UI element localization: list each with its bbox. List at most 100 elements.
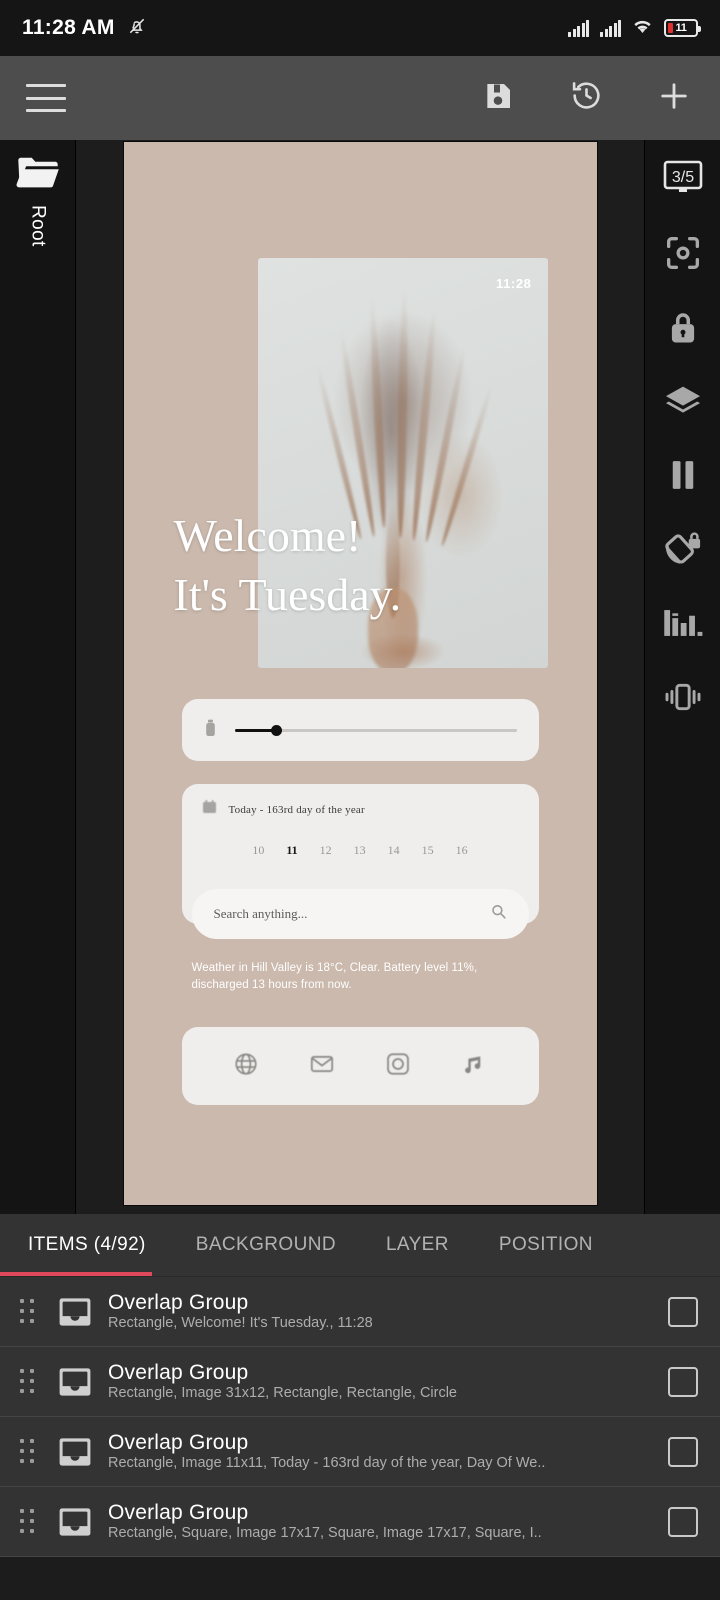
envelope-icon[interactable] <box>309 1051 335 1082</box>
status-bar: 11:28 AM 11 <box>0 0 720 56</box>
status-bar-right: 11 <box>568 17 701 40</box>
status-bar-left: 11:28 AM <box>22 16 147 41</box>
overlap-group-icon <box>56 1295 94 1329</box>
search-icon[interactable] <box>490 903 507 925</box>
clock-rotate-left-icon <box>570 79 603 117</box>
page-indicator-button[interactable]: 3/5 <box>660 158 706 204</box>
item-title: Overlap Group <box>108 1290 249 1314</box>
headline-line-1[interactable]: Welcome! <box>174 513 362 559</box>
rotation-lock-button[interactable] <box>660 528 706 574</box>
day-number-active[interactable]: 11 <box>286 843 297 858</box>
brightness-slider-fill <box>234 728 274 732</box>
day-number[interactable]: 13 <box>354 843 366 858</box>
screen-icon: 3/5 <box>661 159 705 204</box>
add-button[interactable] <box>654 78 694 118</box>
globe-icon[interactable] <box>233 1051 259 1082</box>
root-folder-label: Root <box>27 205 49 247</box>
battery-level-label: 11 <box>675 22 687 34</box>
day-card-title: Today - 163rd day of the year <box>228 803 365 816</box>
signal-1-icon <box>568 19 589 37</box>
table-row[interactable]: Overlap Group Rectangle, Image 11x11, To… <box>0 1417 720 1487</box>
item-checkbox[interactable] <box>668 1296 698 1327</box>
right-rail: 3/5 <box>644 140 720 1214</box>
drag-handle-icon[interactable] <box>20 1299 40 1324</box>
table-row[interactable]: Overlap Group Rectangle, Square, Image 1… <box>0 1487 720 1557</box>
tab-bar: ITEMS (4/92) BACKGROUND LAYER POSITION <box>0 1214 720 1276</box>
item-subtitle: Rectangle, Image 31x12, Rectangle, Recta… <box>108 1386 457 1402</box>
table-row[interactable]: Overlap Group Rectangle, Welcome! It's T… <box>0 1277 720 1347</box>
save-button[interactable] <box>478 78 518 118</box>
overlap-group-icon <box>56 1365 94 1399</box>
headline-line-2[interactable]: It's Tuesday. <box>174 572 402 618</box>
vibration-button[interactable] <box>660 676 706 722</box>
day-number-strip[interactable]: 10 11 12 13 14 15 16 <box>202 843 519 858</box>
layers-button[interactable] <box>660 380 706 426</box>
lock-button[interactable] <box>660 306 706 352</box>
search-bar[interactable]: Search anything... <box>191 889 529 939</box>
item-text: Overlap Group Rectangle, Welcome! It's T… <box>108 1291 656 1332</box>
item-title: Overlap Group <box>108 1500 249 1524</box>
bar-chart-icon <box>662 605 704 646</box>
camera-icon[interactable] <box>385 1051 411 1082</box>
tab-position[interactable]: POSITION <box>499 1214 619 1276</box>
left-rail: Root <box>0 140 76 1214</box>
item-subtitle: Rectangle, Image 11x11, Today - 163rd da… <box>108 1456 546 1472</box>
app-bar-actions <box>478 78 694 118</box>
item-title: Overlap Group <box>108 1360 249 1384</box>
item-checkbox[interactable] <box>668 1366 698 1397</box>
brightness-slider-track[interactable] <box>234 724 517 736</box>
overlap-group-icon <box>56 1435 94 1469</box>
history-button[interactable] <box>566 78 606 118</box>
wifi-icon <box>632 17 653 40</box>
search-placeholder: Search anything... <box>213 906 308 921</box>
vibrate-icon <box>663 679 703 720</box>
svg-text:3/5: 3/5 <box>671 169 693 186</box>
status-clock: 11:28 AM <box>22 16 115 39</box>
day-card-header: Today - 163rd day of the year <box>202 800 519 819</box>
weather-status-text[interactable]: Weather in Hill Valley is 18°C, Clear. B… <box>192 960 522 993</box>
item-list[interactable]: Overlap Group Rectangle, Welcome! It's T… <box>0 1277 720 1557</box>
tab-items[interactable]: ITEMS (4/92) <box>0 1214 172 1276</box>
drag-handle-icon[interactable] <box>20 1369 40 1394</box>
stats-button[interactable] <box>660 602 706 648</box>
day-number[interactable]: 10 <box>252 843 264 858</box>
item-subtitle: Rectangle, Welcome! It's Tuesday., 11:28 <box>108 1316 373 1332</box>
drag-handle-icon[interactable] <box>20 1509 40 1534</box>
editor-area: Root 11:28 Welcome! It's Tuesday. Today … <box>0 140 720 1214</box>
focus-frame-icon <box>663 233 703 278</box>
hamburger-menu-icon[interactable] <box>26 84 66 112</box>
item-checkbox[interactable] <box>668 1436 698 1467</box>
root-folder-button[interactable]: Root <box>16 156 60 247</box>
day-number[interactable]: 15 <box>422 843 434 858</box>
photo-clock-label: 11:28 <box>495 276 532 291</box>
plus-icon <box>656 78 692 119</box>
focus-button[interactable] <box>660 232 706 278</box>
brightness-slider-card[interactable] <box>181 699 539 761</box>
floppy-disk-icon <box>482 80 514 117</box>
item-text: Overlap Group Rectangle, Square, Image 1… <box>108 1501 656 1542</box>
pause-button[interactable] <box>660 454 706 500</box>
music-note-icon[interactable] <box>461 1051 487 1082</box>
pause-icon <box>666 457 700 498</box>
design-canvas[interactable]: 11:28 Welcome! It's Tuesday. Today - 163… <box>123 142 597 1205</box>
app-dock[interactable] <box>181 1027 539 1105</box>
drag-handle-icon[interactable] <box>20 1439 40 1464</box>
item-title: Overlap Group <box>108 1430 249 1454</box>
tab-background[interactable]: BACKGROUND <box>196 1214 362 1276</box>
day-number[interactable]: 14 <box>388 843 400 858</box>
overlap-group-icon <box>56 1505 94 1539</box>
canvas-viewport[interactable]: 11:28 Welcome! It's Tuesday. Today - 163… <box>76 140 644 1214</box>
table-row[interactable]: Overlap Group Rectangle, Image 31x12, Re… <box>0 1347 720 1417</box>
app-bar <box>0 56 720 140</box>
padlock-icon <box>665 308 701 351</box>
day-number[interactable]: 12 <box>320 843 332 858</box>
notifications-muted-icon <box>127 16 147 41</box>
item-checkbox[interactable] <box>668 1506 698 1537</box>
folder-icon <box>16 156 60 195</box>
brightness-icon <box>204 719 217 742</box>
brightness-slider-thumb[interactable] <box>271 724 283 736</box>
calendar-icon <box>202 800 217 819</box>
tab-layer[interactable]: LAYER <box>386 1214 475 1276</box>
day-number[interactable]: 16 <box>456 843 468 858</box>
rotation-lock-icon <box>662 530 704 573</box>
